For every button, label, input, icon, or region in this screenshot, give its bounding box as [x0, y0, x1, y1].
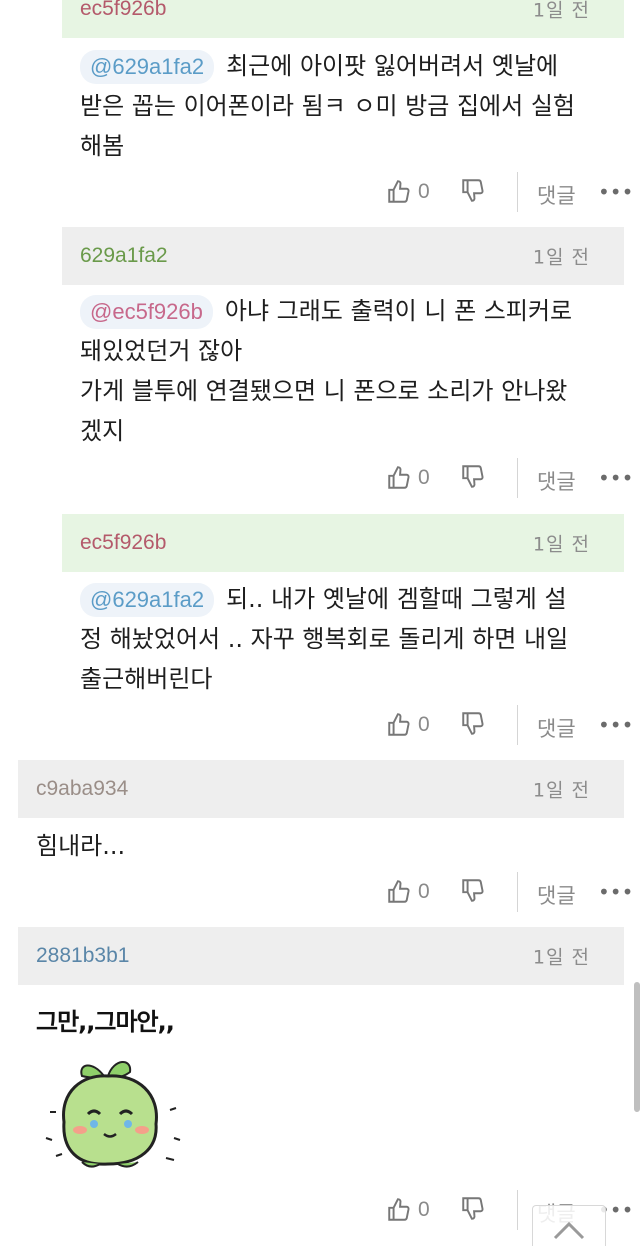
comment-username[interactable]: 629a1fa2: [80, 244, 168, 268]
comment-actions: 0: [386, 872, 486, 912]
sticker-caption: 그만,,그마안,,: [36, 1008, 175, 1036]
comment-text-line: 출근해버린다: [80, 665, 213, 693]
mention-tag[interactable]: @ec5f926b: [80, 295, 213, 329]
like-count: 0: [418, 180, 430, 203]
comment-header: ec5f926b 1일 전: [62, 514, 624, 572]
thumbs-up-icon: [388, 1198, 410, 1221]
action-divider: [517, 705, 518, 745]
reply-button[interactable]: 댓글: [537, 880, 576, 910]
thumbs-up-icon: [388, 880, 410, 903]
reply-button[interactable]: 댓글: [537, 466, 576, 496]
comment-timestamp: 1일 전: [532, 533, 590, 556]
comment-text-line: 가게 블투에 연결됐으면 니 폰으로 소리가 안나왔: [80, 377, 568, 405]
comment-text-line: 되.. 내가 옛날에 겜할때 그렇게 설: [226, 585, 567, 613]
thumbs-down-icon: [461, 712, 484, 735]
comment-timestamp: 1일 전: [532, 779, 590, 802]
scrollbar-thumb[interactable]: [634, 982, 640, 1112]
comment-actions: 0: [386, 458, 486, 498]
dislike-button[interactable]: [460, 1195, 486, 1225]
comment-actions: 0: [386, 172, 486, 212]
comment-body: 힘내라...: [36, 826, 616, 866]
comment-text-line: 해봄: [80, 132, 125, 160]
like-button[interactable]: 0: [386, 712, 430, 738]
comment-actions: 0: [386, 1190, 486, 1230]
like-count: 0: [418, 466, 430, 489]
mention-tag[interactable]: @629a1fa2: [80, 50, 215, 84]
comment-username[interactable]: ec5f926b: [80, 0, 166, 21]
like-button[interactable]: 0: [386, 1197, 430, 1223]
comment-timestamp: 1일 전: [532, 246, 590, 269]
like-button[interactable]: 0: [386, 879, 430, 905]
comment-text-line: 정 해놨었어서 .. 자꾸 행복회로 돌리게 하면 내일: [80, 625, 569, 653]
action-divider: [517, 1190, 518, 1230]
comment-header: 629a1fa2 1일 전: [62, 227, 624, 285]
comment-text-line: 겠지: [80, 417, 125, 445]
reply-button[interactable]: 댓글: [537, 713, 576, 743]
comment-timestamp: 1일 전: [532, 0, 590, 22]
comment-body: @629a1fa2 최근에 아이팟 잃어버려서 옛날에 받은 꼽는 이어폰이라 됨…: [80, 46, 630, 166]
reply-button[interactable]: 댓글: [537, 180, 576, 210]
like-button[interactable]: 0: [386, 465, 430, 491]
thumbs-down-icon: [461, 179, 484, 202]
sticker-image: 그만,,그마안,,: [36, 998, 226, 1178]
comment-header: 2881b3b1 1일 전: [18, 927, 624, 985]
more-options-button[interactable]: •••: [598, 466, 633, 490]
action-divider: [517, 458, 518, 498]
thumbs-up-icon: [388, 180, 410, 203]
comment-header: c9aba934 1일 전: [18, 760, 624, 818]
comment-text-line: 돼있었던거 잖아: [80, 337, 243, 365]
comment-timestamp: 1일 전: [532, 946, 590, 969]
thumbs-up-icon: [388, 466, 410, 489]
scroll-top-button[interactable]: [532, 1205, 606, 1246]
comment-username[interactable]: c9aba934: [36, 777, 128, 801]
more-options-button[interactable]: •••: [598, 180, 633, 204]
comment-text-line: 아냐 그래도 출력이 니 폰 스피커로: [224, 297, 573, 325]
thumbs-down-icon: [461, 465, 484, 488]
comment-username[interactable]: ec5f926b: [80, 531, 166, 555]
like-count: 0: [418, 1198, 430, 1221]
green-blob-character-icon: [45, 1061, 181, 1168]
comment-username[interactable]: 2881b3b1: [36, 944, 129, 968]
comment-text-line: 최근에 아이팟 잃어버려서 옛날에: [226, 52, 559, 80]
comment-header: ec5f926b 1일 전: [62, 0, 624, 38]
dislike-button[interactable]: [460, 877, 486, 907]
comment-text-line: 힘내라...: [36, 832, 126, 860]
more-options-button[interactable]: •••: [598, 880, 633, 904]
like-count: 0: [418, 880, 430, 903]
dislike-button[interactable]: [460, 463, 486, 493]
chevron-up-icon: [553, 1221, 585, 1240]
thumbs-up-icon: [388, 713, 410, 736]
thumbs-down-icon: [461, 879, 484, 902]
dislike-button[interactable]: [460, 710, 486, 740]
mention-tag[interactable]: @629a1fa2: [80, 583, 215, 617]
comment-body: @ec5f926b 아냐 그래도 출력이 니 폰 스피커로 돼있었던거 잖아 가게…: [80, 291, 630, 451]
more-options-button[interactable]: •••: [598, 713, 633, 737]
dislike-button[interactable]: [460, 177, 486, 207]
comment-body: @629a1fa2 되.. 내가 옛날에 겜할때 그렇게 설 정 해놨었어서 ..…: [80, 579, 630, 699]
action-divider: [517, 172, 518, 212]
like-button[interactable]: 0: [386, 179, 430, 205]
like-count: 0: [418, 713, 430, 736]
comment-text-line: 받은 꼽는 이어폰이라 됨ㅋ ㅇ미 방금 집에서 실험: [80, 92, 576, 120]
thumbs-down-icon: [461, 1197, 484, 1220]
action-divider: [517, 872, 518, 912]
comment-actions: 0: [386, 705, 486, 745]
